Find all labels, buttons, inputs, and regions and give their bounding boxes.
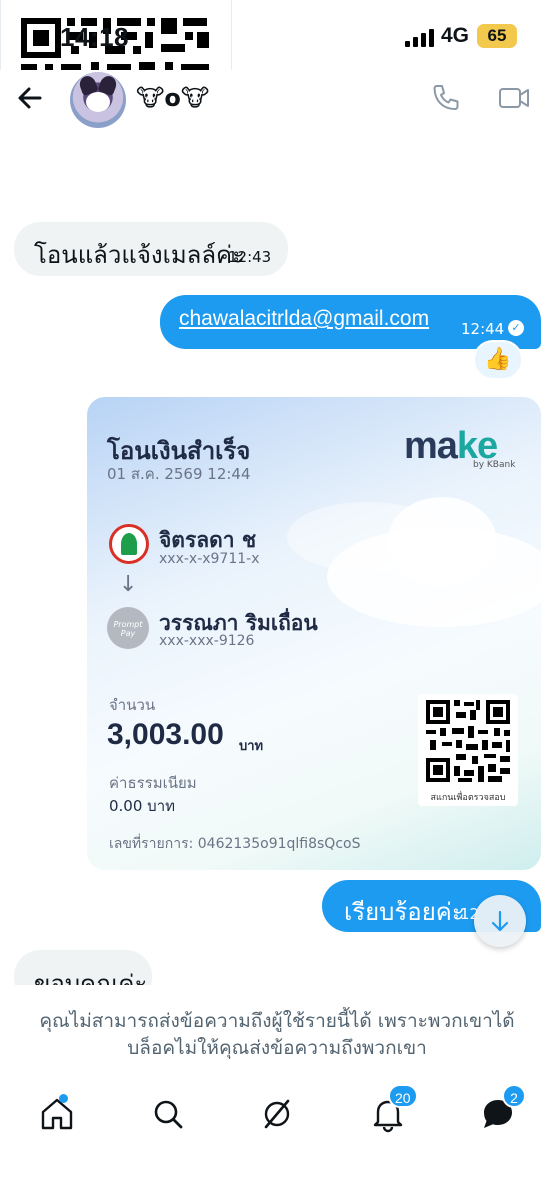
message-time: 12:43 — [228, 248, 272, 266]
reference-number: เลขที่รายการ: 0462135o91qlfi8sQcoS — [109, 836, 361, 852]
search-icon — [154, 1100, 183, 1129]
home-icon — [41, 1098, 73, 1130]
verification-qr-code: สแกนเพื่อตรวจสอบ — [418, 694, 518, 806]
sender-account: xxx-x-x9711-x — [159, 551, 260, 567]
transfer-receipt-image[interactable]: โอนเงินสำเร็จ 01 ส.ค. 2569 12:44 make by… — [87, 397, 541, 870]
avatar[interactable] — [70, 72, 126, 128]
messages-tab[interactable]: 2 — [478, 1084, 526, 1134]
receipt-date: 01 ส.ค. 2569 12:44 — [107, 465, 251, 483]
conversation-name[interactable]: 🐮o🐮 — [136, 84, 209, 112]
received-message[interactable]: โอนแล้วแจ้งเมลล์ค่ะ 12:43 — [14, 222, 288, 276]
email-link[interactable]: chawalacitrlda@gmail.com — [179, 307, 429, 331]
messages-badge: 2 — [502, 1084, 526, 1108]
amount-unit: บาท — [239, 739, 264, 754]
scroll-to-bottom-button[interactable] — [474, 895, 526, 947]
brand-sub: by KBank — [473, 460, 516, 470]
notifications-tab[interactable]: 20 — [368, 1084, 418, 1134]
fee-value: 0.00 บาท — [109, 797, 175, 815]
battery-icon: 65 — [477, 24, 517, 48]
notice-line-1: คุณไม่สามารถส่งข้อความถึงผู้ใช้รายนี้ได้… — [39, 1010, 515, 1032]
status-time: 14:18 — [60, 22, 129, 52]
arrow-down-icon: ↓ — [119, 572, 138, 597]
message-text: โอนแล้วแจ้งเมลล์ค่ะ — [34, 241, 245, 269]
amount-value: 3,003.00 — [107, 718, 224, 751]
search-tab[interactable] — [148, 1094, 188, 1134]
network-type: 4G — [441, 24, 470, 47]
grok-icon — [264, 1099, 290, 1129]
chat-header: 🐮o🐮 — [0, 70, 554, 128]
recipient-account: xxx-xxx-9126 — [159, 633, 255, 649]
blocked-notice: คุณไม่สามารถส่งข้อความถึงผู้ใช้รายนี้ได้… — [0, 985, 554, 1070]
home-unread-dot — [59, 1094, 68, 1103]
amount-label: จำนวน — [109, 696, 156, 714]
promptpay-logo-icon: Prompt Pay — [107, 607, 149, 649]
qr-caption: สแกนเพื่อตรวจสอบ — [430, 793, 506, 803]
kbank-logo-icon — [109, 524, 149, 564]
notifications-badge: 20 — [388, 1084, 418, 1108]
video-call-icon[interactable] — [497, 82, 531, 114]
read-check-icon: ✓ — [508, 320, 524, 336]
phone-icon[interactable] — [430, 82, 462, 114]
signal-icon — [405, 27, 437, 47]
thumbs-up-reaction[interactable]: 👍 — [473, 340, 523, 380]
bottom-navigation: 20 2 — [0, 1070, 554, 1200]
message-time: 12:44 — [461, 320, 505, 338]
message-text: เรียบร้อยค่ะ — [344, 898, 465, 926]
status-bar: 14:18 4G 65 — [0, 0, 554, 70]
fee-label: ค่าธรรมเนียม — [109, 774, 197, 792]
grok-tab[interactable] — [257, 1094, 297, 1134]
notice-line-2: บล็อคไม่ให้คุณส่งข้อความถึงพวกเขา — [127, 1037, 427, 1059]
arrow-down-icon — [491, 910, 509, 932]
home-tab[interactable] — [37, 1094, 77, 1134]
back-arrow-icon[interactable] — [14, 82, 46, 114]
